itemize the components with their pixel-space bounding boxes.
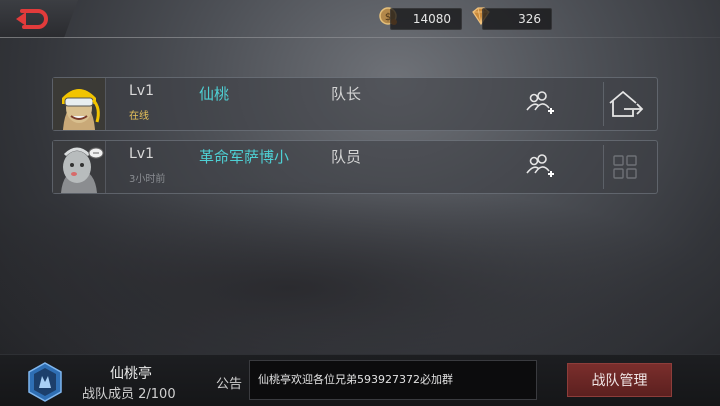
row-divider: [603, 145, 604, 189]
member-name: 仙桃: [199, 85, 230, 103]
team-member-count: 战队成员 2/100: [82, 387, 176, 402]
back-arrow-icon: [16, 9, 48, 29]
grid-icon: [613, 155, 637, 179]
notice-label: 公告: [216, 377, 243, 392]
member-avatar[interactable]: [53, 141, 106, 193]
member-row[interactable]: Lv1 在线 仙桃 队长: [52, 77, 658, 131]
coin-counter: 14080: [390, 8, 462, 30]
coin-amount: 14080: [412, 12, 451, 26]
member-level: Lv1: [129, 146, 154, 162]
avatar-zombie-icon: [53, 141, 105, 193]
background-fog: [0, 180, 720, 360]
leave-team-button[interactable]: [605, 84, 645, 124]
add-friend-icon: [526, 154, 554, 177]
grid-button: [605, 147, 645, 187]
member-status: 3小时前: [129, 174, 166, 185]
add-friend-button[interactable]: [525, 153, 555, 181]
member-level: Lv1: [129, 83, 154, 99]
gem-counter: 326: [482, 8, 552, 30]
member-status: 在线: [129, 111, 149, 122]
team-name: 仙桃亭: [110, 366, 152, 382]
member-role: 队长: [331, 85, 362, 103]
member-avatar[interactable]: [53, 78, 106, 130]
add-friend-button[interactable]: [525, 90, 555, 118]
header-divider: [0, 37, 720, 38]
notice-text[interactable]: 仙桃亭欢迎各位兄弟593927372必加群: [249, 360, 537, 400]
back-button[interactable]: [0, 0, 78, 38]
team-info-bar: 仙桃亭 战队成员 2/100 公告 仙桃亭欢迎各位兄弟593927372必加群 …: [0, 354, 720, 406]
member-name: 革命军萨博小: [199, 148, 290, 166]
member-row[interactable]: Lv1 3小时前 革命军萨博小 队员: [52, 140, 658, 194]
leave-house-icon: [609, 90, 644, 117]
avatar-cap-goggles-icon: [53, 78, 105, 130]
member-role: 队员: [331, 148, 362, 166]
row-divider: [603, 82, 604, 126]
team-emblem-icon: [27, 362, 63, 402]
add-friend-icon: [526, 91, 554, 114]
team-manage-button[interactable]: 战队管理: [567, 363, 672, 397]
gem-amount: 326: [518, 12, 541, 26]
